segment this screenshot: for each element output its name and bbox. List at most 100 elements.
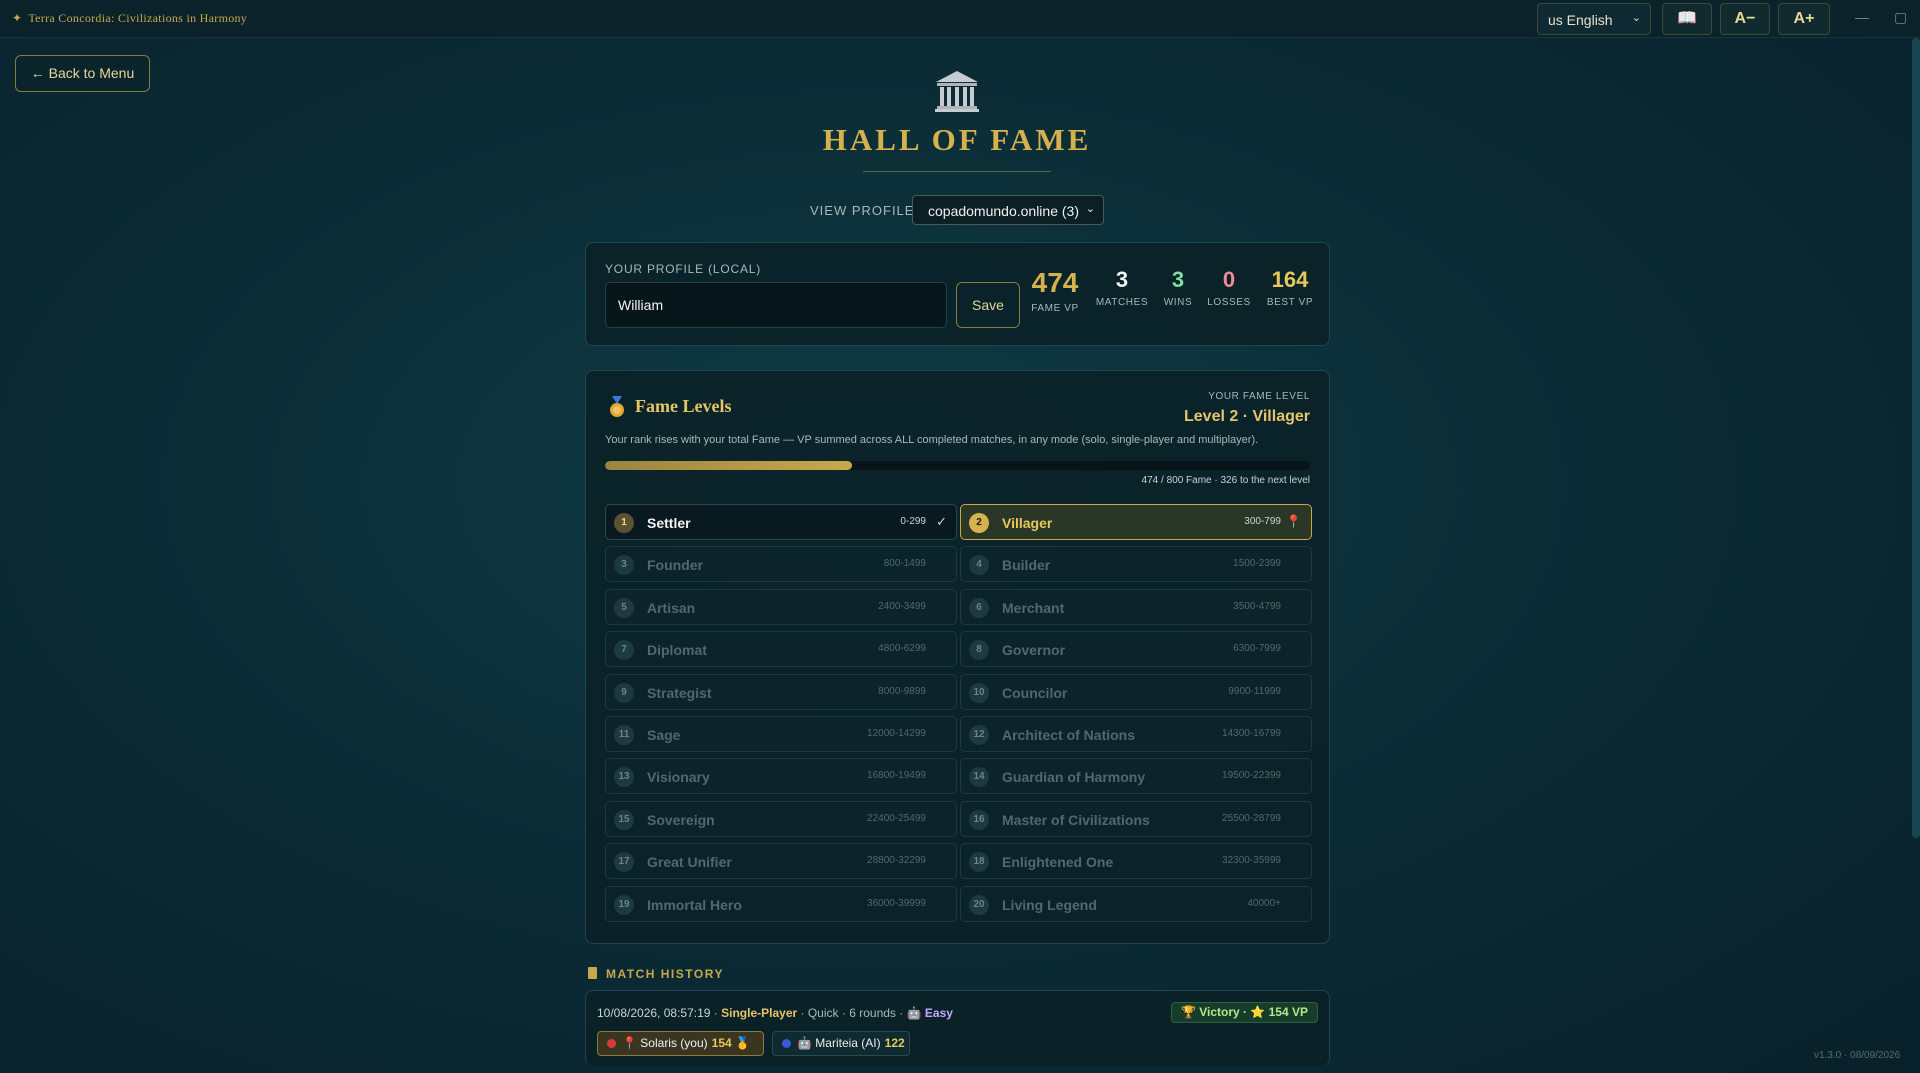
version-label: v1.3.0 · 08/09/2026 — [1814, 1050, 1901, 1061]
chevron-down-icon: ⌄ — [1085, 203, 1095, 215]
level-name: Architect of Nations — [1002, 727, 1136, 743]
classical-building-icon — [935, 71, 979, 112]
level-number-badge: 11 — [614, 725, 634, 745]
fame-level-row: 2 Villager 300-799 📍 — [960, 504, 1312, 540]
level-name: Councilor — [1002, 684, 1068, 701]
level-range: 36000-39999 — [867, 897, 926, 909]
level-number-badge: 6 — [969, 597, 989, 618]
level-number-badge: 7 — [614, 640, 634, 661]
level-name: Great Unifier — [647, 854, 732, 871]
fame-progress-bar — [605, 461, 1310, 470]
level-range: 19500-22399 — [1222, 770, 1281, 782]
rules-book-button[interactable]: 📖 — [1662, 3, 1712, 35]
fame-level-row: 4 Builder 1500-2399 — [960, 546, 1312, 583]
checkmark-icon: ✓ — [936, 514, 947, 529]
chevron-down-icon: ⌄ — [1631, 12, 1641, 24]
level-name: Artisan — [647, 599, 696, 616]
fame-level-row: 13 Visionary 16800-19499 — [605, 758, 957, 795]
profile-name-input[interactable]: William — [605, 282, 947, 328]
level-number-badge: 4 — [969, 555, 989, 576]
fame-progress-fill — [605, 461, 852, 470]
your-fame-level-label: YOUR FAME LEVEL — [1208, 391, 1310, 402]
level-range: 9900-11999 — [1228, 685, 1281, 697]
level-name: Master of Civilizations — [1002, 811, 1150, 828]
level-name: Governor — [1002, 642, 1066, 659]
level-range: 22400-25499 — [867, 812, 926, 824]
player-color-dot — [607, 1039, 616, 1048]
robot-icon: 🤖 — [906, 1006, 922, 1020]
level-number-badge: 8 — [969, 640, 989, 661]
level-number-badge: 10 — [969, 682, 989, 703]
stat-losses: 0 LOSSES — [1207, 267, 1251, 309]
pin-icon: 📍 — [1285, 514, 1302, 529]
level-range: 4800-6299 — [878, 643, 926, 655]
save-button[interactable]: Save — [956, 282, 1020, 328]
scrollbar[interactable] — [1912, 38, 1920, 838]
level-number-badge: 12 — [969, 725, 989, 745]
level-name: Diplomat — [647, 642, 707, 659]
pin-icon: 📍 — [622, 1036, 637, 1050]
level-range: 3500-4799 — [1233, 600, 1281, 612]
level-name: Immortal Hero — [647, 896, 742, 913]
match-history-item[interactable]: 10/08/2026, 08:57:19 · Single-Player · Q… — [585, 990, 1330, 1066]
level-number-badge: 1 — [614, 513, 634, 533]
level-range: 6300-7999 — [1233, 643, 1281, 655]
back-to-menu-button[interactable]: ← Back to Menu — [15, 55, 150, 92]
fame-level-row: 9 Strategist 8000-9899 — [605, 673, 957, 710]
page-title: HALL OF FAME — [822, 122, 1092, 157]
fame-level-row: 8 Governor 6300-7999 — [960, 631, 1312, 668]
match-history-title: MATCH HISTORY — [606, 967, 724, 981]
match-meta: 10/08/2026, 08:57:19 · Single-Player · Q… — [597, 1006, 953, 1020]
level-name: Enlightened One — [1002, 854, 1114, 871]
app-title: ✦ Terra Concordia: Civilizations in Harmo… — [12, 11, 248, 25]
sparkle-icon: ✦ — [12, 11, 23, 25]
font-increase-button[interactable]: A+ — [1778, 3, 1830, 35]
level-range: 0-299 — [900, 516, 926, 527]
level-range: 800-1499 — [883, 558, 926, 570]
profile-label: YOUR PROFILE (LOCAL) — [605, 262, 762, 276]
level-range: 8000-9899 — [878, 685, 926, 697]
level-number-badge: 9 — [614, 682, 634, 703]
level-range: 2400-3499 — [878, 600, 926, 612]
level-number-badge: 2 — [969, 513, 989, 533]
maximize-button[interactable]: ▢ — [1894, 9, 1907, 26]
font-decrease-button[interactable]: A− — [1720, 3, 1770, 35]
stat-best-vp: 164 BEST VP — [1266, 267, 1314, 309]
fame-level-row: 14 Guardian of Harmony 19500-22399 — [960, 758, 1312, 795]
medal-icon — [610, 396, 624, 417]
fame-level-row: 12 Architect of Nations 14300-16799 — [960, 716, 1312, 752]
level-range: 300-799 — [1244, 516, 1281, 527]
profile-select[interactable]: copadomundo.online (3) ⌄ — [912, 195, 1104, 225]
your-fame-level-value: Level 2 · Villager — [1184, 408, 1310, 425]
title-divider — [863, 171, 1051, 172]
level-name: Sovereign — [647, 811, 715, 828]
level-number-badge: 19 — [614, 894, 634, 915]
view-profile-label: VIEW PROFILE: — [810, 203, 920, 218]
title-bar: ✦ Terra Concordia: Civilizations in Harmo… — [0, 0, 1920, 38]
level-range: 32300-35999 — [1222, 855, 1281, 867]
fame-level-row: 15 Sovereign 22400-25499 — [605, 800, 957, 837]
level-number-badge: 14 — [969, 767, 989, 788]
level-name: Merchant — [1002, 599, 1065, 616]
profile-card: YOUR PROFILE (LOCAL) William Save 474 FA… — [585, 242, 1330, 346]
fame-level-row: 5 Artisan 2400-3499 — [605, 588, 957, 625]
fame-levels-title: Fame Levels — [635, 396, 732, 416]
level-range: 1500-2399 — [1233, 558, 1281, 570]
fame-level-row: 17 Great Unifier 28800-32299 — [605, 843, 957, 880]
level-number-badge: 13 — [614, 767, 634, 788]
level-name: Builder — [1002, 557, 1051, 574]
robot-icon: 🤖 — [797, 1036, 812, 1050]
level-range: 40000+ — [1247, 897, 1281, 909]
player-chip: 📍 Solaris (you) 154 🥇 — [597, 1031, 764, 1056]
level-name: Founder — [647, 557, 703, 574]
minimize-button[interactable]: — — [1855, 9, 1869, 25]
fame-level-row: 3 Founder 800-1499 — [605, 546, 957, 583]
fame-level-row: 6 Merchant 3500-4799 — [960, 588, 1312, 625]
level-name: Guardian of Harmony — [1002, 769, 1146, 786]
scroll-icon — [588, 967, 597, 979]
fame-level-row: 10 Councilor 9900-11999 — [960, 673, 1312, 710]
level-number-badge: 15 — [614, 809, 634, 830]
book-icon: 📖 — [1677, 10, 1697, 27]
player-chip: 🤖 Mariteia (AI) 122 — [772, 1031, 910, 1056]
language-select[interactable]: us English ⌄ — [1537, 3, 1651, 35]
